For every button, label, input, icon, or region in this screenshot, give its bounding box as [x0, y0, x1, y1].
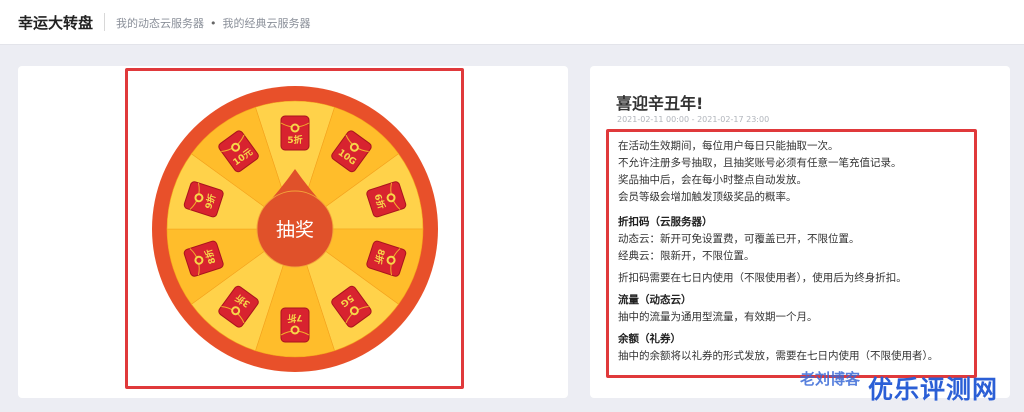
watermark-site: 优乐评测网	[868, 375, 999, 404]
prize-envelope: 7折	[280, 307, 310, 343]
rules-panel: 在活动生效期间，每位用户每日只能抽取一次。 不允许注册多号抽取，且抽奖账号必须有…	[606, 129, 977, 378]
prize-wheel: 5折10G6折8折5G7折3折8折9折10元抽奖	[152, 86, 438, 372]
page-title: 幸运大转盘	[18, 14, 94, 32]
balance-section-title: 余额（礼券）	[618, 333, 681, 345]
discount-section-title: 折扣码（云服务器）	[618, 216, 713, 228]
prize-label: 7折	[287, 312, 302, 324]
discount-line: 经典云：限新开，不限位置。	[618, 250, 755, 262]
rule-line: 在活动生效期间，每位用户每日只能抽取一次。	[618, 140, 839, 152]
draw-button[interactable]: 抽奖	[276, 219, 314, 241]
rule-line: 奖品抽中后，会在每小时整点自动发放。	[618, 174, 807, 186]
balance-line: 抽中的余额将以礼券的形式发放，需要在七日内使用（不限使用者）。	[618, 350, 939, 362]
prize-label: 5折	[287, 134, 302, 146]
traffic-section-title: 流量（动态云）	[618, 294, 692, 306]
prize-envelope: 5折	[280, 115, 310, 151]
breadcrumb: 我的动态云服务器 • 我的经典云服务器	[116, 15, 311, 31]
rule-line: 会员等级会增加触发顶级奖品的概率。	[618, 191, 797, 203]
top-bar: 幸运大转盘 我的动态云服务器 • 我的经典云服务器	[0, 0, 1024, 45]
nav-link-dynamic-cloud[interactable]: 我的动态云服务器	[116, 15, 204, 31]
discount-note: 折扣码需要在七日内使用（不限使用者），使用后为终身折扣。	[618, 272, 907, 284]
discount-line: 动态云：新开可免设置费，可覆盖已开，不限位置。	[618, 233, 860, 245]
nav-link-classic-cloud[interactable]: 我的经典云服务器	[223, 15, 311, 31]
nav-separator: •	[210, 16, 217, 30]
header-divider	[104, 13, 105, 31]
promo-date-range: 2021-02-11 00:00 - 2021-02-17 23:00	[617, 115, 770, 124]
traffic-line: 抽中的流量为通用型流量，有效期一个月。	[618, 311, 818, 323]
watermark-blog: 老刘博客	[800, 370, 861, 388]
promo-title: 喜迎辛丑年!	[616, 94, 704, 113]
rule-line: 不允许注册多号抽取，且抽奖账号必须有任意一笔充值记录。	[618, 157, 902, 169]
